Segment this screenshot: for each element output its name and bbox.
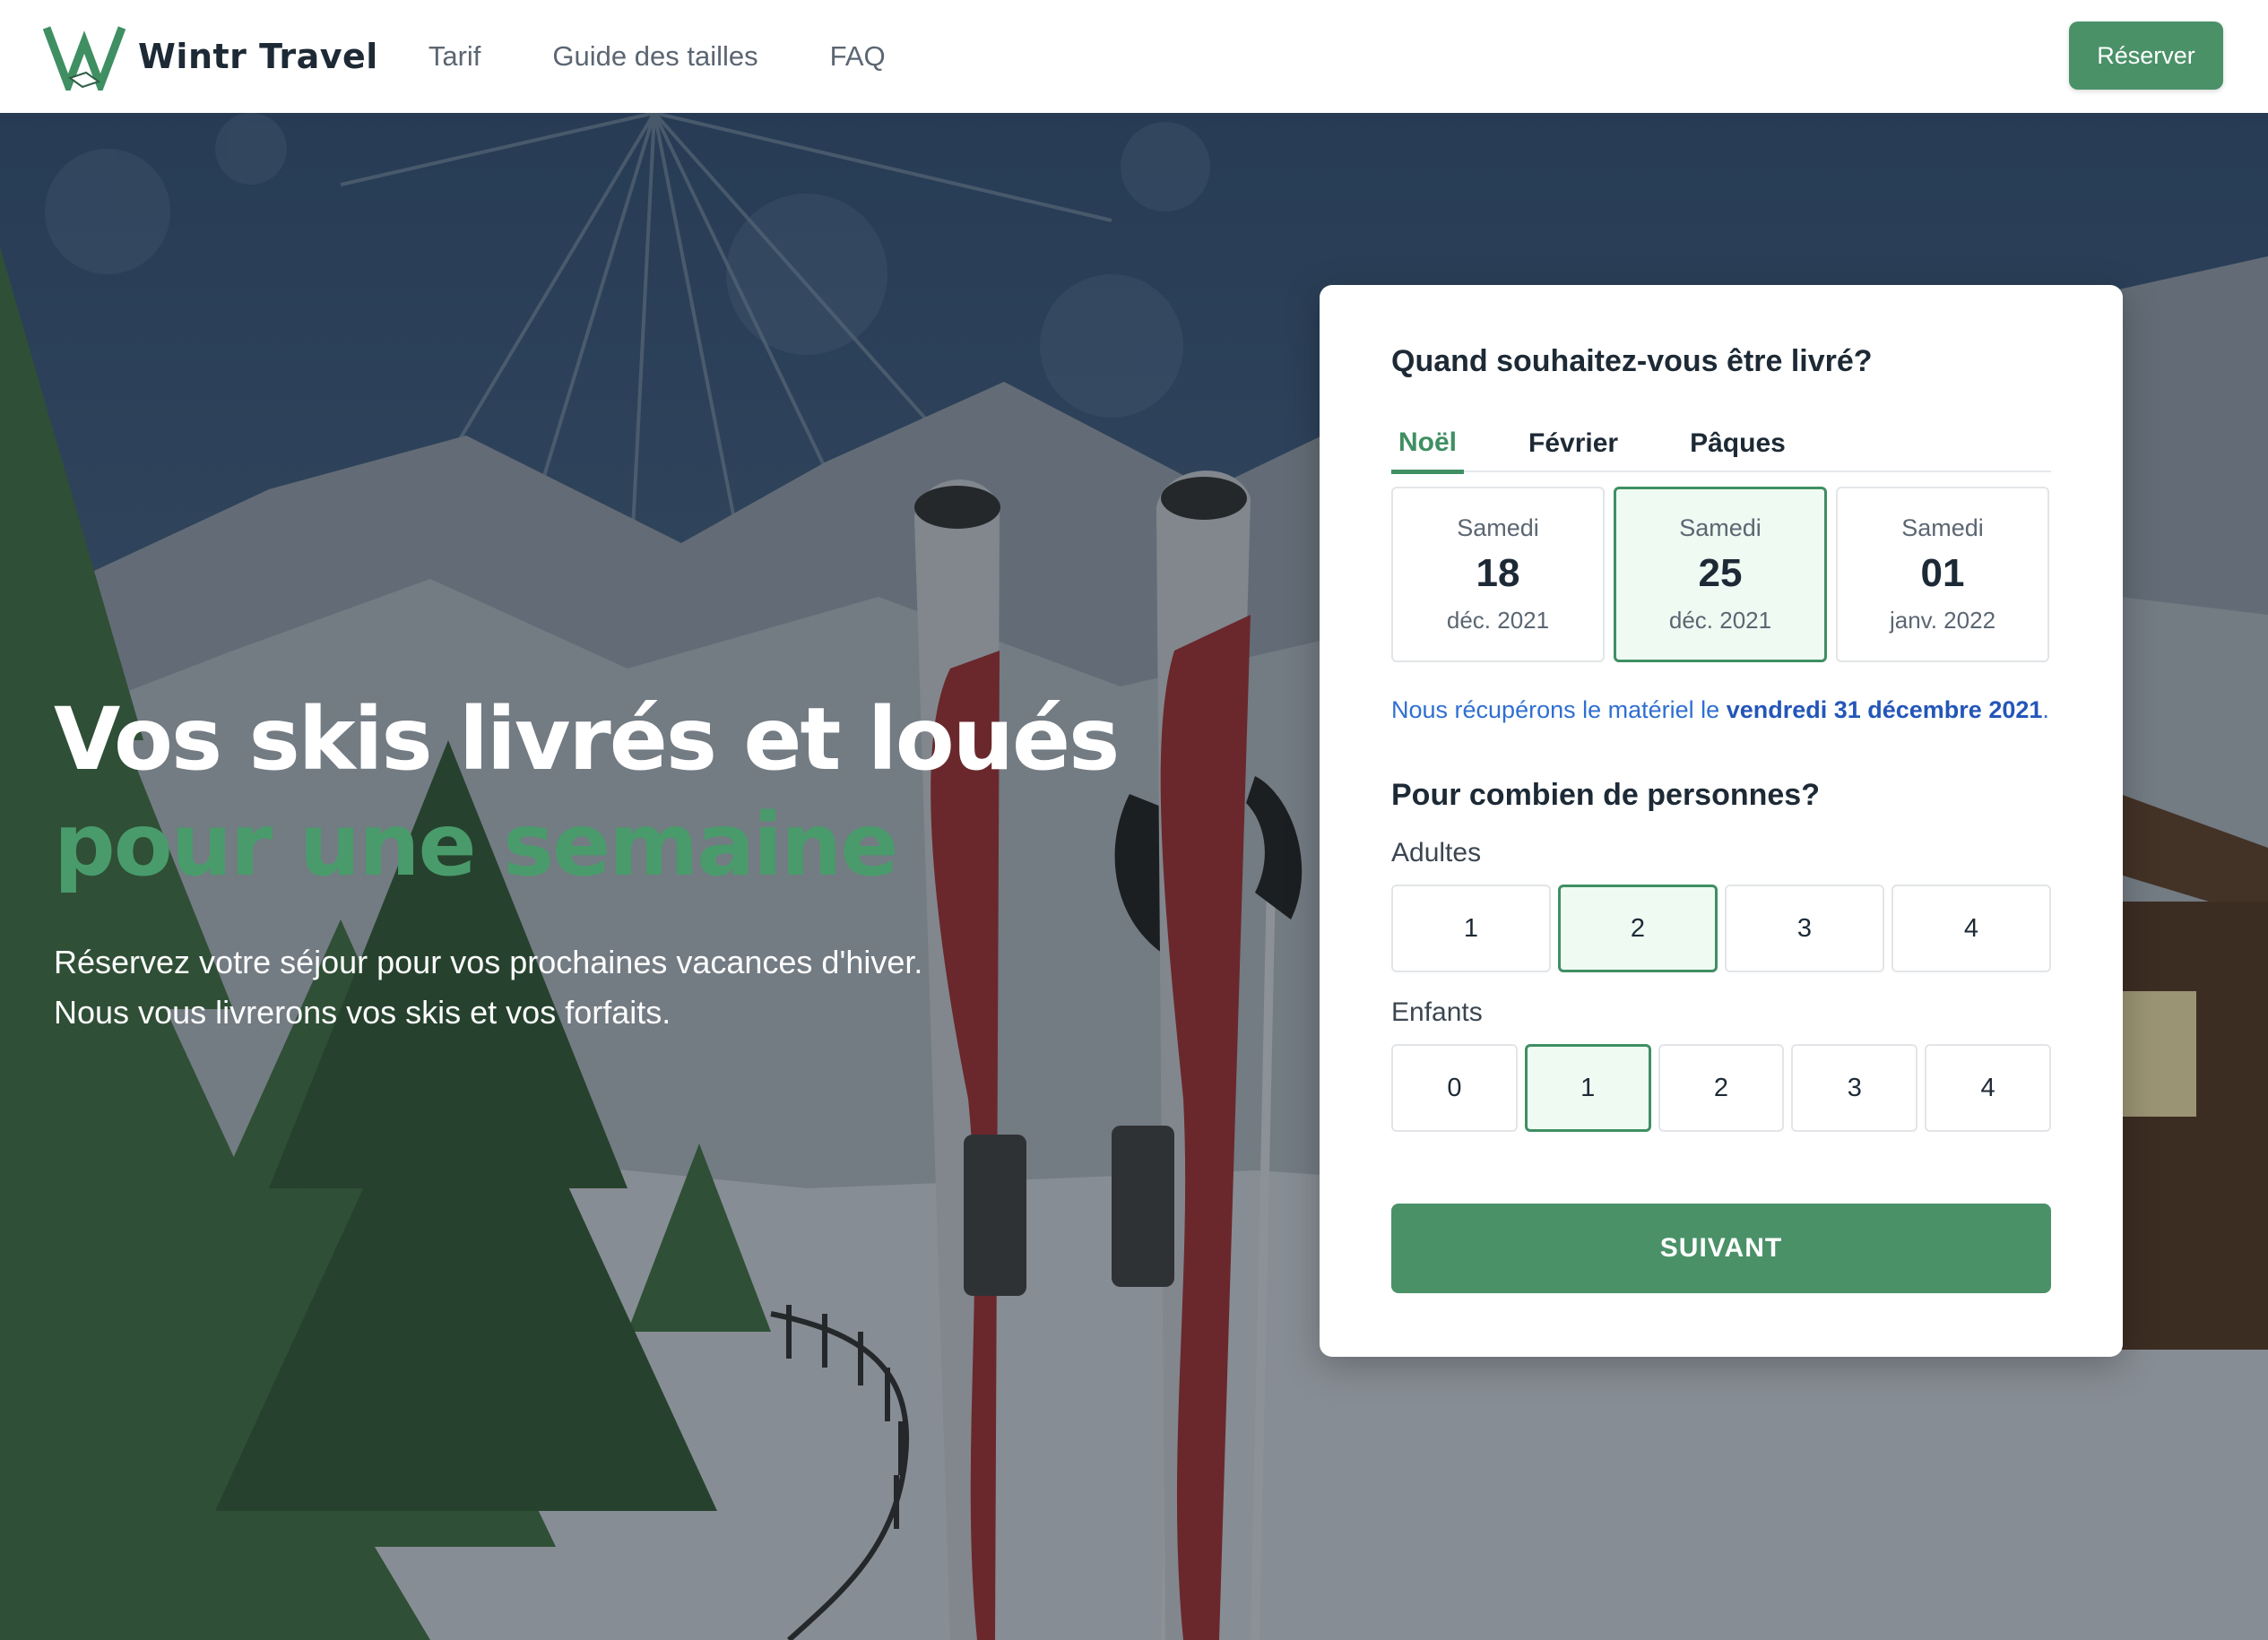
- date-weekday: Samedi: [1457, 514, 1539, 541]
- children-option-2[interactable]: 2: [1658, 1044, 1785, 1132]
- top-navbar: Wintr Travel Tarif Guide des tailles FAQ…: [0, 0, 2268, 113]
- date-option-18-dec[interactable]: Samedi 18 déc. 2021: [1391, 487, 1605, 662]
- adults-option-3[interactable]: 3: [1725, 885, 1884, 972]
- adults-options: 1 2 3 4: [1391, 885, 2051, 972]
- pickup-prefix: Nous récupérons le matériel le: [1391, 696, 1727, 723]
- booking-card: Quand souhaitez-vous être livré? Noël Fé…: [1320, 285, 2123, 1357]
- hero-title-line-2: pour une semaine: [54, 795, 898, 895]
- children-label: Enfants: [1391, 997, 1483, 1027]
- people-question: Pour combien de personnes?: [1391, 778, 1820, 812]
- season-tabs: Noël Février Pâques: [1391, 410, 2051, 474]
- tab-noel[interactable]: Noël: [1391, 410, 1465, 474]
- children-option-1[interactable]: 1: [1524, 1044, 1651, 1132]
- hero-subtitle-line-2: Nous vous livrerons vos skis et vos forf…: [54, 994, 671, 1031]
- main-nav: Tarif Guide des tailles FAQ: [428, 40, 886, 73]
- children-options: 0 1 2 3 4: [1391, 1044, 2051, 1132]
- wintr-logo-icon: [43, 26, 126, 91]
- tab-fevrier[interactable]: Février: [1521, 410, 1625, 472]
- reserve-button[interactable]: Réserver: [2069, 22, 2223, 90]
- adults-option-4[interactable]: 4: [1891, 885, 2051, 972]
- date-options: Samedi 18 déc. 2021 Samedi 25 déc. 2021 …: [1391, 487, 2051, 662]
- date-weekday: Samedi: [1679, 514, 1762, 541]
- brand-name: Wintr Travel: [138, 37, 378, 76]
- tab-paques[interactable]: Pâques: [1683, 410, 1793, 472]
- date-option-25-dec[interactable]: Samedi 25 déc. 2021: [1614, 487, 1827, 662]
- date-number: 01: [1920, 551, 1965, 595]
- adults-option-2[interactable]: 2: [1558, 885, 1718, 972]
- nav-link-tarif[interactable]: Tarif: [428, 40, 481, 73]
- children-option-0[interactable]: 0: [1391, 1044, 1518, 1132]
- nav-link-guide-des-tailles[interactable]: Guide des tailles: [552, 40, 757, 73]
- date-month: janv. 2022: [1889, 607, 1996, 634]
- adults-option-1[interactable]: 1: [1391, 885, 1551, 972]
- hero-text: Vos skis livrés et loués pour une semain…: [54, 686, 1309, 1038]
- date-number: 18: [1476, 551, 1520, 595]
- date-weekday: Samedi: [1901, 514, 1984, 541]
- adults-label: Adultes: [1391, 838, 1482, 867]
- pickup-date: vendredi 31 décembre 2021: [1726, 696, 2043, 723]
- pickup-suffix: .: [2042, 696, 2049, 723]
- next-button[interactable]: SUIVANT: [1391, 1204, 2051, 1293]
- delivery-question: Quand souhaitez-vous être livré?: [1391, 344, 1873, 378]
- date-month: déc. 2021: [1446, 607, 1550, 634]
- children-option-3[interactable]: 3: [1791, 1044, 1918, 1132]
- date-option-01-jan[interactable]: Samedi 01 janv. 2022: [1836, 487, 2049, 662]
- children-option-4[interactable]: 4: [1925, 1044, 2051, 1132]
- pickup-note: Nous récupérons le matériel le vendredi …: [1391, 696, 2051, 724]
- hero-title-line-1: Vos skis livrés et loués: [54, 689, 1120, 790]
- date-number: 25: [1698, 551, 1743, 595]
- hero-subtitle-line-1: Réservez votre séjour pour vos prochaine…: [54, 944, 923, 980]
- brand[interactable]: Wintr Travel: [43, 22, 378, 91]
- nav-link-faq[interactable]: FAQ: [830, 40, 886, 73]
- hero-subtitle: Réservez votre séjour pour vos prochaine…: [54, 937, 1309, 1038]
- date-month: déc. 2021: [1668, 607, 1772, 634]
